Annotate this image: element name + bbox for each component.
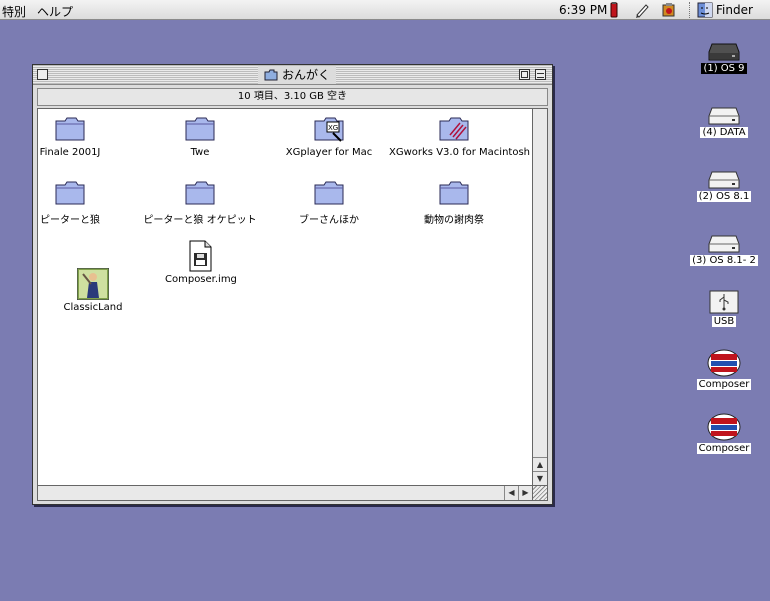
menu-clock[interactable]: 6:39 PM xyxy=(559,3,607,17)
file-item[interactable]: XGworks V3.0 for Macintosh xyxy=(388,113,530,158)
window-title-text: おんがく xyxy=(282,68,331,82)
desktop-volume-label: (2) OS 8.1 xyxy=(696,191,752,202)
window-info-bar: 10 項目、3.10 GB 空き xyxy=(37,88,548,106)
horizontal-scrollbar[interactable]: ◀ ▶ xyxy=(37,486,533,501)
menu-help[interactable]: ヘルプ xyxy=(37,3,73,20)
file-label: ピーターと狼 オケピット xyxy=(143,215,257,226)
desktop-volume-label: (3) OS 8.1- 2 xyxy=(690,255,758,266)
scroll-left-arrow-icon[interactable]: ◀ xyxy=(504,486,518,500)
file-label: ピーターと狼 xyxy=(40,215,100,226)
file-label: Finale 2001J xyxy=(39,147,101,158)
scroll-down-arrow-icon[interactable]: ▼ xyxy=(533,471,547,485)
composer-volume-icon xyxy=(707,413,741,441)
file-label: XGworks V3.0 for Macintosh xyxy=(389,147,530,158)
file-label: Twe xyxy=(190,147,210,158)
folder-icon xyxy=(55,181,85,205)
file-label: 動物の謝肉祭 xyxy=(424,215,484,226)
desktop-volume-label: (4) DATA xyxy=(700,127,748,138)
file-item[interactable]: XG XGplayer for Mac xyxy=(284,113,374,158)
file-item[interactable]: Composer.img xyxy=(164,240,237,285)
file-label: ブーさんほか xyxy=(299,215,359,226)
hard-disk-icon xyxy=(708,235,740,253)
window-titlebar[interactable]: おんがく xyxy=(33,65,552,85)
folder-icon xyxy=(264,69,278,81)
composer-volume-icon xyxy=(707,349,741,377)
close-box[interactable] xyxy=(37,69,48,80)
scroll-right-arrow-icon[interactable]: ▶ xyxy=(518,486,532,500)
file-label: XGplayer for Mac xyxy=(285,147,373,158)
desktop-volume[interactable]: Composer xyxy=(689,412,759,454)
menu-separator xyxy=(689,2,690,18)
battery-icon[interactable] xyxy=(610,2,626,18)
folder-icon xyxy=(314,181,344,205)
window-title: おんがく xyxy=(258,66,337,84)
finder-icon[interactable] xyxy=(697,2,713,18)
hard-disk-icon xyxy=(708,43,740,61)
usb-drive-icon xyxy=(709,290,739,314)
menu-bar: 特別 ヘルプ 6:39 PM Finder xyxy=(0,0,770,20)
folder-icon xyxy=(185,181,215,205)
desktop-volume-label: Composer xyxy=(696,443,752,454)
folder-icon xyxy=(55,117,85,141)
desktop-volume[interactable]: (2) OS 8.1 xyxy=(689,170,759,202)
classicland-app-icon xyxy=(77,268,109,300)
app-folder-icon xyxy=(439,117,469,141)
zoom-box[interactable] xyxy=(519,69,530,80)
menu-app-finder[interactable]: Finder xyxy=(716,3,753,17)
disk-image-icon xyxy=(189,240,212,272)
desktop-volume[interactable]: (1) OS 9 xyxy=(689,42,759,74)
desktop-volume[interactable]: Composer xyxy=(689,348,759,390)
hard-disk-icon xyxy=(708,171,740,189)
desktop-volume-label: USB xyxy=(711,316,737,327)
collapse-box[interactable] xyxy=(535,69,546,80)
svg-text:XG: XG xyxy=(328,124,338,132)
file-item[interactable]: ClassicLand xyxy=(58,268,128,313)
hard-disk-icon xyxy=(708,107,740,125)
window-content: Finale 2001J Twe XG XGplayer for Mac XGw… xyxy=(37,108,533,486)
file-item[interactable]: ピーターと狼 オケピット xyxy=(142,177,258,226)
desktop-volume[interactable]: USB xyxy=(689,289,759,327)
file-item[interactable]: Twe xyxy=(168,113,232,158)
desktop-volume-label: (1) OS 9 xyxy=(701,63,747,74)
file-label: Composer.img xyxy=(165,274,237,285)
file-item[interactable]: Finale 2001J xyxy=(38,113,102,158)
desktop-volume[interactable]: (3) OS 8.1- 2 xyxy=(684,234,764,266)
file-label: ClassicLand xyxy=(63,302,123,313)
file-item[interactable]: ピーターと狼 xyxy=(38,177,102,226)
file-item[interactable]: ブーさんほか xyxy=(284,177,374,226)
vertical-scrollbar[interactable]: ▲ ▼ xyxy=(533,108,548,486)
desktop-volume[interactable]: (4) DATA xyxy=(689,106,759,138)
resize-grip[interactable] xyxy=(533,486,548,501)
pencil-icon[interactable] xyxy=(634,2,650,18)
finder-window: おんがく 10 項目、3.10 GB 空き Finale 2001J Twe X… xyxy=(32,64,553,505)
desktop-volume-label: Composer xyxy=(696,379,752,390)
menu-special[interactable]: 特別 xyxy=(2,3,26,20)
app-folder-icon: XG xyxy=(314,117,344,142)
folder-icon xyxy=(185,117,215,141)
file-item[interactable]: 動物の謝肉祭 xyxy=(404,177,504,226)
folder-icon xyxy=(439,181,469,205)
scroll-up-arrow-icon[interactable]: ▲ xyxy=(533,457,547,471)
speaker-icon[interactable] xyxy=(661,2,677,18)
